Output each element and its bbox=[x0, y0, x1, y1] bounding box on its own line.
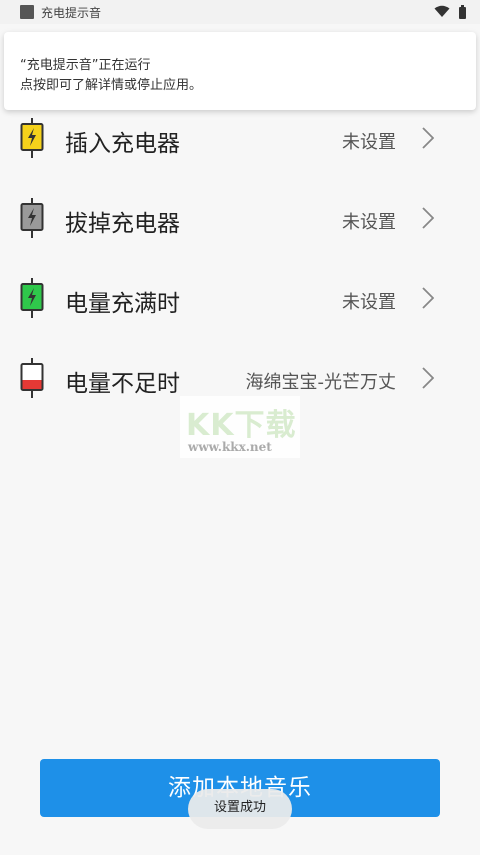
setting-label: 电量不足时 bbox=[65, 371, 180, 397]
battery-full-icon bbox=[20, 278, 44, 318]
status-app-title: 充电提示音 bbox=[41, 6, 102, 20]
setting-value: 海绵宝宝-光芒万丈 bbox=[245, 372, 397, 393]
battery-icon bbox=[459, 5, 466, 19]
setting-value: 未设置 bbox=[342, 212, 396, 233]
battery-low-icon bbox=[20, 358, 44, 398]
chevron-right-icon bbox=[422, 367, 434, 389]
wifi-icon bbox=[434, 5, 450, 17]
setting-row-unplug[interactable]: 拔掉充电器 未设置 bbox=[0, 178, 480, 258]
unplug-charger-icon bbox=[20, 198, 44, 238]
watermark-title: KK下载 bbox=[186, 408, 297, 443]
setting-row-battery-full[interactable]: 电量充满时 未设置 bbox=[0, 258, 480, 338]
success-toast: 设置成功 bbox=[188, 789, 292, 829]
setting-label: 插入充电器 bbox=[65, 131, 180, 157]
setting-value: 未设置 bbox=[342, 292, 396, 313]
chevron-right-icon bbox=[422, 207, 434, 229]
notification-body: 点按即可了解详情或停止应用。 bbox=[20, 78, 203, 93]
plug-in-charger-icon bbox=[20, 118, 44, 158]
setting-value: 未设置 bbox=[342, 132, 396, 153]
chevron-right-icon bbox=[422, 127, 434, 149]
running-notification[interactable]: “充电提示音”正在运行 点按即可了解详情或停止应用。 bbox=[4, 32, 476, 110]
setting-label: 拔掉充电器 bbox=[65, 211, 180, 237]
setting-label: 电量充满时 bbox=[65, 291, 180, 317]
setting-row-plug-in[interactable]: 插入充电器 未设置 bbox=[0, 98, 480, 178]
status-bar: 充电提示音 bbox=[0, 0, 480, 24]
app-icon bbox=[20, 5, 34, 19]
chevron-right-icon bbox=[422, 287, 434, 309]
watermark: KK下载 www.kkx.net bbox=[180, 396, 300, 458]
notification-title: “充电提示音”正在运行 bbox=[20, 58, 151, 73]
watermark-url: www.kkx.net bbox=[188, 440, 272, 454]
